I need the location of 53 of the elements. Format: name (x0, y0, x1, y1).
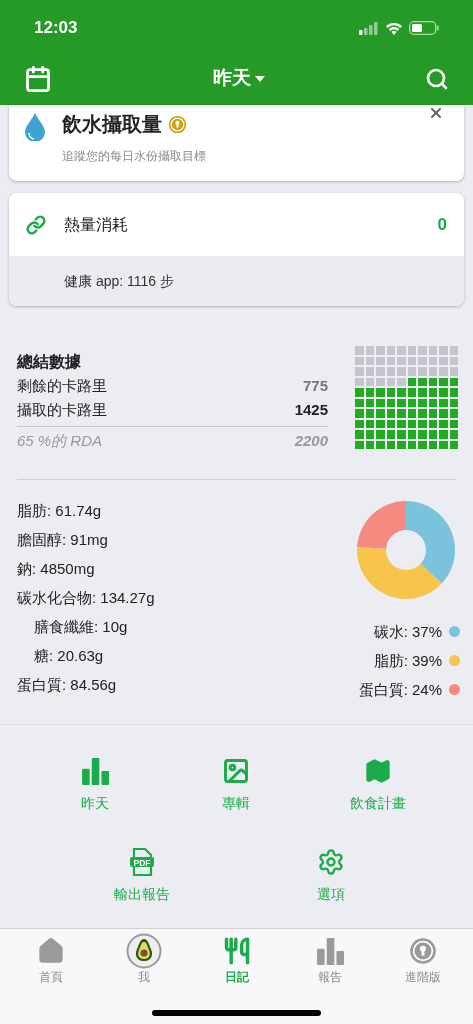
settings-icon (317, 848, 346, 876)
water-drop-icon (25, 113, 45, 141)
signal-icon (359, 21, 379, 35)
summary-label: 攝取的卡路里 (17, 400, 107, 420)
shortcut-button[interactable]: 飲食計畫 (323, 757, 434, 814)
map-icon (364, 757, 393, 785)
nutrient-text: 膽固醇: 91mg (17, 530, 109, 550)
close-icon[interactable] (428, 105, 444, 121)
keyhole-badge-icon (408, 937, 437, 965)
summary-label: 65 %的 RDA (17, 431, 103, 451)
tab-bar-item[interactable]: 報告 (294, 937, 365, 986)
nutrient-text: 碳水化合物: 134.27g (17, 588, 155, 608)
home-icon (36, 937, 65, 965)
bar-chart-icon (315, 937, 344, 965)
shortcut-button[interactable]: PDF 輸出報告 (86, 848, 197, 905)
summary-title: 總結數據 (17, 352, 82, 372)
calorie-burn-title: 熱量消耗 (64, 214, 129, 235)
summary-value: 775 (302, 376, 328, 396)
wifi-icon (385, 21, 403, 35)
status-time: 12:03 (34, 17, 78, 40)
macro-legend-label: 碳水: 37% (373, 622, 442, 642)
caret-icon (254, 75, 265, 82)
tab-bar-item[interactable]: 首頁 (15, 937, 86, 986)
shortcut-button[interactable]: 選項 (276, 848, 387, 905)
calendar-icon[interactable] (24, 64, 52, 93)
search-icon[interactable] (425, 66, 449, 91)
date-dropdown[interactable]: 昨天 (212, 64, 265, 93)
battery-icon (409, 21, 439, 35)
nutrient-text: 脂肪: 61.74g (17, 501, 103, 521)
bar-chart-icon (80, 757, 109, 785)
avocado-avatar-icon (125, 933, 162, 969)
water-card-subtitle: 追蹤您的每日水份攝取目標 (62, 148, 206, 165)
nutrient-text: 糖: 20.63g (33, 646, 105, 666)
nutrient-text: 膳食纖維: 10g (33, 617, 129, 637)
keyhole-badge-icon (168, 114, 187, 134)
shortcut-button[interactable]: 專輯 (181, 757, 292, 814)
summary-label: 剩餘的卡路里 (17, 376, 107, 396)
calorie-burn-value: 0 (437, 213, 447, 236)
shortcut-button[interactable]: 昨天 (39, 757, 150, 814)
tab-bar-item[interactable]: 我 (108, 937, 179, 986)
macro-legend-label: 脂肪: 39% (373, 651, 442, 671)
macro-legend-label: 蛋白質: 24% (358, 680, 442, 700)
health-app-steps: 健康 app: 1116 步 (64, 270, 174, 292)
tab-bar-item[interactable]: 日記 (201, 937, 272, 986)
image-icon (222, 757, 251, 785)
summary-value: 2200 (294, 431, 328, 451)
water-card-title: 飲水攝取量 (62, 112, 162, 137)
tab-bar-item[interactable]: 進階版 (387, 937, 458, 986)
link-icon (26, 214, 46, 235)
nutrient-text: 鈉: 4850mg (17, 559, 96, 579)
nutrient-text: 蛋白質: 84.56g (17, 675, 118, 695)
summary-value: 1425 (294, 400, 328, 420)
utensils-icon (222, 937, 251, 965)
